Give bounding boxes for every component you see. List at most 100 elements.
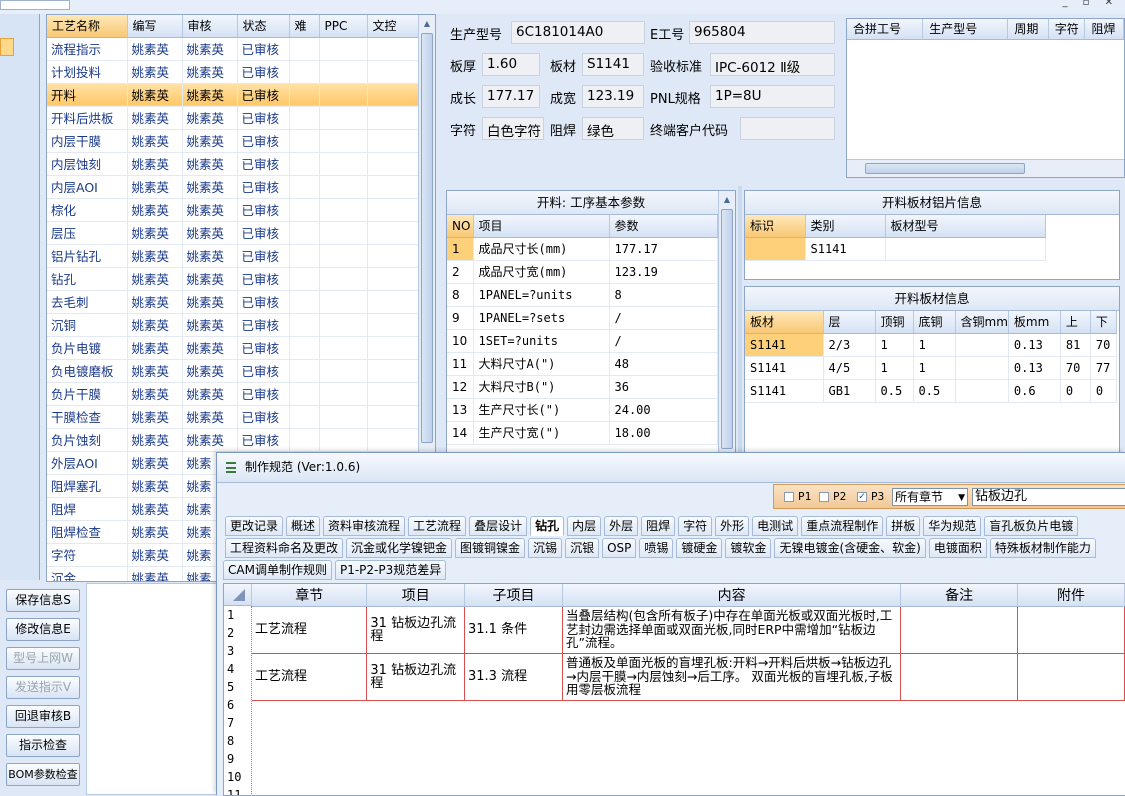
tab[interactable]: 拼板 <box>886 516 921 536</box>
column-header[interactable]: 项目 <box>366 584 465 607</box>
window-controls[interactable]: _ ▫ ✕ <box>1062 0 1119 8</box>
tab[interactable]: 喷锡 <box>639 538 674 558</box>
column-header[interactable]: 底铜 <box>913 311 956 334</box>
column-header[interactable]: 章节 <box>252 584 368 607</box>
column-header[interactable]: PPC <box>319 15 368 38</box>
tab[interactable]: 钻孔 <box>530 516 565 536</box>
tab[interactable]: 阻焊 <box>641 516 676 536</box>
column-header[interactable]: 内容 <box>562 584 902 607</box>
thick-field[interactable]: 1.60 <box>482 53 540 76</box>
param-row[interactable]: 2 成品尺寸宽(mm) 123.19 <box>447 260 718 284</box>
sheet-row[interactable]: S1141 GB1 0.5 0.5 0.6 0 0 <box>745 379 1117 403</box>
process-row[interactable]: 钻孔 姚素英 姚素英 已审核 <box>47 267 420 291</box>
tab[interactable]: 图镀铜镍金 <box>455 538 526 558</box>
tab[interactable]: 电测试 <box>752 516 799 536</box>
process-row[interactable]: 去毛刺 姚素英 姚素英 已审核 <box>47 290 420 314</box>
column-header[interactable]: 阻焊 <box>1084 19 1124 40</box>
param-row[interactable]: 8 1PANEL=?units 8 <box>447 283 718 307</box>
column-header[interactable]: 状态 <box>237 15 290 38</box>
panel-splitter[interactable] <box>738 186 742 456</box>
process-row[interactable]: 干膜检查 姚素英 姚素英 已审核 <box>47 405 420 429</box>
column-header[interactable]: 审核 <box>182 15 238 38</box>
param-row[interactable]: 11 大料尺寸A(") 48 <box>447 352 718 376</box>
tab[interactable]: 外层 <box>604 516 639 536</box>
p1-checkbox[interactable] <box>784 492 794 502</box>
process-row[interactable]: 负片蚀刻 姚素英 姚素英 已审核 <box>47 428 420 452</box>
column-header[interactable]: 备注 <box>900 584 1018 607</box>
process-row[interactable]: 负电镀磨板 姚素英 姚素英 已审核 <box>47 359 420 383</box>
wid-field[interactable]: 123.19 <box>582 85 644 108</box>
tab[interactable]: 电镀面积 <box>928 538 987 558</box>
process-row[interactable]: 层压 姚素英 姚素英 已审核 <box>47 221 420 245</box>
column-header[interactable]: 下 <box>1090 311 1117 334</box>
column-header[interactable]: 项目 <box>473 215 610 238</box>
param-row[interactable]: 10 1SET=?units / <box>447 329 718 353</box>
column-header[interactable]: 参数 <box>609 215 718 238</box>
char-field[interactable]: 白色字符 <box>482 117 544 140</box>
column-header[interactable]: NO <box>447 215 474 238</box>
revert-review-button[interactable]: 回退审核B <box>6 705 80 728</box>
tab[interactable]: 工程资料命名及更改 <box>225 538 344 558</box>
tab[interactable]: 沉金或化学镍钯金 <box>346 538 453 558</box>
column-header[interactable]: 难 <box>289 15 320 38</box>
left-nav-selected[interactable] <box>0 38 14 56</box>
process-row[interactable]: 铝片钻孔 姚素英 姚素英 已审核 <box>47 244 420 268</box>
cust-field[interactable] <box>740 117 835 140</box>
scroll-thumb[interactable] <box>421 33 433 443</box>
merge-grid-hscroll[interactable] <box>847 159 1124 177</box>
spec-titlebar[interactable]: 制作规范 (Ver:1.0.6) <box>217 453 1125 483</box>
pnl-field[interactable]: 1P=8U <box>710 85 835 108</box>
std-field[interactable]: IPC-6012 Ⅱ级 <box>710 53 835 76</box>
tab[interactable]: 盲孔板负片电镀 <box>984 516 1079 536</box>
params-scrollbar[interactable]: ▲ <box>718 191 735 457</box>
column-header[interactable]: 标识 <box>745 215 806 238</box>
notes-area[interactable] <box>86 583 226 795</box>
param-row[interactable]: 1 成品尺寸长(mm) 177.17 <box>447 237 718 261</box>
tab[interactable]: 更改记录 <box>225 516 284 536</box>
process-row[interactable]: 内层AOI 姚素英 姚素英 已审核 <box>47 175 420 199</box>
column-header[interactable]: 层 <box>823 311 876 334</box>
p2-checkbox[interactable] <box>819 492 829 502</box>
tab[interactable]: OSP <box>602 538 637 558</box>
column-header[interactable]: 板mm <box>1008 311 1061 334</box>
tab[interactable]: CAM调单制作规则 <box>223 560 332 580</box>
column-header[interactable]: 板材型号 <box>885 215 1046 238</box>
process-row[interactable]: 沉铜 姚素英 姚素英 已审核 <box>47 313 420 337</box>
top-input[interactable] <box>0 0 70 10</box>
param-row[interactable]: 13 生产尺寸长(") 24.00 <box>447 398 718 422</box>
len-field[interactable]: 177.17 <box>482 85 540 108</box>
tab[interactable]: 华为规范 <box>923 516 982 536</box>
param-row[interactable]: 12 大料尺寸B(") 36 <box>447 375 718 399</box>
process-row[interactable]: 开料后烘板 姚素英 姚素英 已审核 <box>47 106 420 130</box>
tab[interactable]: 镀硬金 <box>676 538 723 558</box>
process-row[interactable]: 内层干膜 姚素英 姚素英 已审核 <box>47 129 420 153</box>
scroll-up-icon[interactable]: ▲ <box>421 18 433 30</box>
p3-checkbox[interactable]: ✓ <box>857 492 867 502</box>
param-row[interactable]: 14 生产尺寸宽(") 18.00 <box>447 421 718 445</box>
mat-field[interactable]: S1141 <box>582 53 644 76</box>
sheet-row[interactable]: S1141 2/3 1 1 0.13 81 70 <box>745 333 1117 357</box>
tab[interactable]: 叠层设计 <box>469 516 528 536</box>
column-header[interactable]: 子项目 <box>464 584 563 607</box>
param-row[interactable]: 9 1PANEL=?sets / <box>447 306 718 330</box>
send-instruction-button[interactable]: 发送指示V <box>6 676 80 699</box>
tab[interactable]: 重点流程制作 <box>801 516 884 536</box>
column-header[interactable]: 合拼工号 <box>847 19 924 40</box>
tab[interactable]: 字符 <box>678 516 713 536</box>
al-row[interactable]: S1141 <box>745 237 1046 261</box>
column-header[interactable]: 周期 <box>1007 19 1049 40</box>
column-header[interactable]: 顶铜 <box>875 311 914 334</box>
process-row[interactable]: 棕化 姚素英 姚素英 已审核 <box>47 198 420 222</box>
process-row[interactable]: 计划投料 姚素英 姚素英 已审核 <box>47 60 420 84</box>
search-input[interactable]: 钻板边孔 <box>972 488 1125 506</box>
process-row[interactable]: 流程指示 姚素英 姚素英 已审核 <box>47 37 420 61</box>
column-header[interactable]: 字符 <box>1048 19 1086 40</box>
chapter-select[interactable]: 所有章节 ▼ <box>892 488 968 506</box>
instruction-check-button[interactable]: 指示检查 <box>6 734 80 757</box>
column-header[interactable]: 生产型号 <box>922 19 1009 40</box>
column-header[interactable]: 工艺名称 <box>47 15 128 38</box>
mask-field[interactable]: 绿色 <box>582 117 644 140</box>
save-info-button[interactable]: 保存信息S <box>6 589 80 612</box>
column-header[interactable]: 编写 <box>127 15 183 38</box>
process-row[interactable]: 负片电镀 姚素英 姚素英 已审核 <box>47 336 420 360</box>
